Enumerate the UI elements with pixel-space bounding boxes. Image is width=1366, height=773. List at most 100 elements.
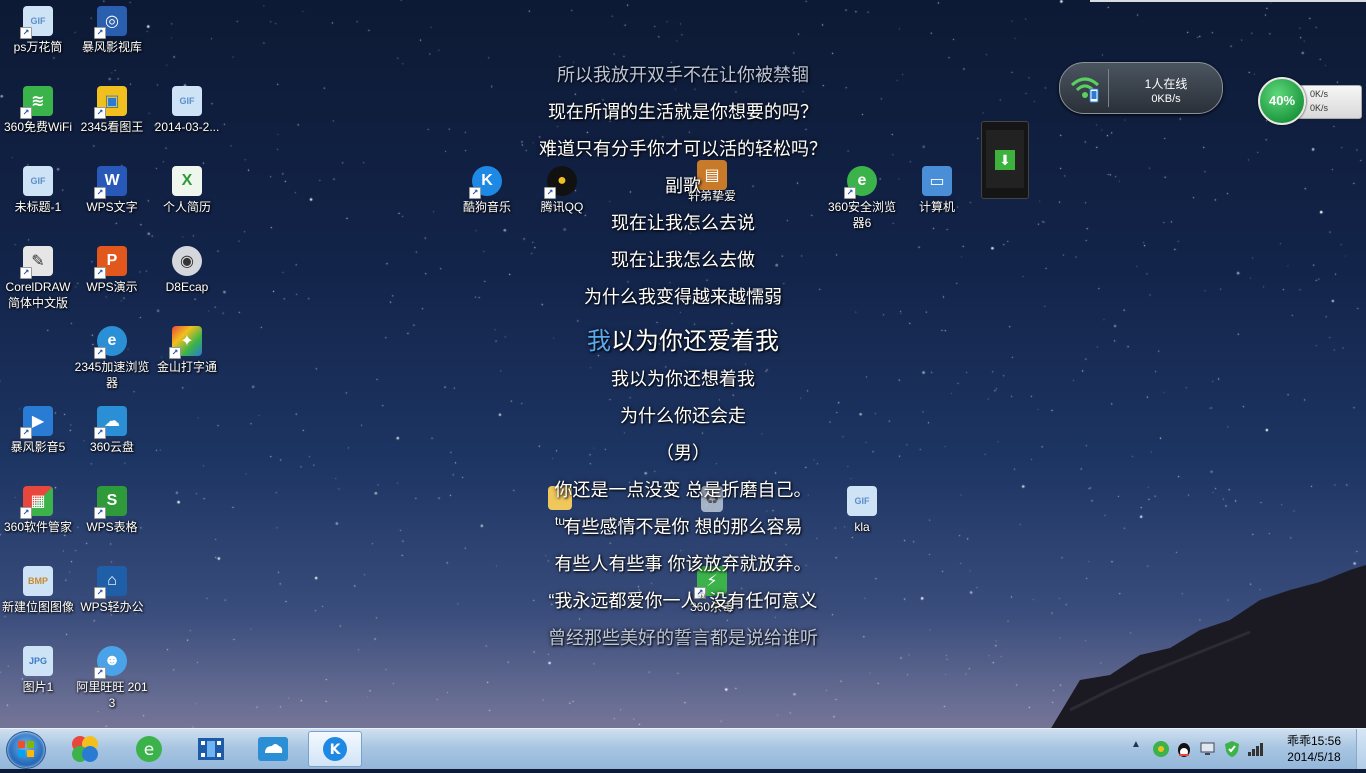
qq-tray-icon[interactable] — [1175, 739, 1193, 759]
network-tray-icon[interactable] — [1199, 739, 1217, 759]
download-icon: ⬇ — [995, 150, 1015, 170]
taskbar-video-player[interactable] — [184, 731, 238, 767]
show-desktop-button[interactable] — [1356, 729, 1366, 769]
lyric-line: 所以我放开双手不在让你被禁锢 — [557, 65, 809, 85]
lyric-line: 现在让我怎么去说 — [611, 213, 755, 233]
online-users-text: 1人在线 — [1144, 77, 1188, 91]
desktop-icon-typing[interactable]: ✦ 金山打字通 — [149, 326, 225, 375]
lyric-line: 我以为你还想着我 — [611, 369, 755, 389]
cloud-disk-icon: ☁ — [94, 406, 127, 439]
desktop-icon-2345-browser[interactable]: e 2345加速浏览器 — [74, 326, 150, 391]
gif-file-icon: GIF — [172, 86, 202, 116]
desktop-icon-coreldraw[interactable]: ✎ CorelDRAW 简体中文版 — [0, 246, 76, 311]
taskbar-clock[interactable]: 乖乖15:56 2014/5/18 — [1274, 733, 1354, 765]
wps-spreadsheet-icon: S — [94, 486, 127, 519]
video-player-icon — [198, 738, 224, 760]
cloud-disk-icon — [258, 737, 288, 761]
windows-start-icon[interactable] — [6, 731, 46, 769]
wps-writer-icon: W — [94, 166, 127, 199]
360-security-icon — [72, 736, 98, 762]
lyric-line: 有些感情不是你 想的那么容易 — [563, 517, 803, 537]
taskbar-360-browser[interactable]: e — [122, 731, 176, 767]
widget-divider — [1108, 69, 1109, 107]
lyric-unsung-part: 以为你还爱着我 — [611, 328, 779, 355]
jpg-file-icon: JPG — [23, 646, 53, 676]
gif-file-icon: GIF — [23, 166, 53, 196]
webcam-icon: ◉ — [172, 246, 202, 276]
desktop-icon-new-bitmap[interactable]: BMP 新建位图图像 — [0, 566, 76, 615]
lyric-sung-part: 我 — [587, 328, 611, 355]
lyric-line: 难道只有分手你才可以活的轻松吗？ — [539, 139, 827, 159]
windows-logo-icon — [18, 741, 34, 757]
lyric-line: 你还是一点没变 总是折磨自己。 — [554, 480, 812, 500]
360-browser-icon: e — [136, 736, 162, 762]
aliwangwang-icon: ☻ — [94, 646, 127, 679]
download-speed: 0K/s — [1310, 103, 1329, 113]
wps-office-icon: ⌂ — [94, 566, 127, 599]
desktop-icon-wps-presentation[interactable]: P WPS演示 — [74, 246, 150, 295]
speed-ball-widget[interactable]: ↑ ↓ 0K/s 0K/s 40% — [1258, 77, 1362, 125]
svg-text:K: K — [330, 742, 342, 758]
phone-download-gadget[interactable]: ⬇ — [981, 121, 1029, 199]
desktop-icon-wps-spreadsheet[interactable]: S WPS表格 — [74, 486, 150, 535]
wps-presentation-icon: P — [94, 246, 127, 279]
taskbar-360-security[interactable] — [58, 731, 112, 767]
gif-file-icon: GIF — [20, 6, 53, 39]
signal-strength-icon[interactable] — [1247, 739, 1265, 759]
shield-tray-icon[interactable] — [1223, 739, 1241, 759]
desktop-icon-ps-wanhuatong[interactable]: GIF ps万花筒 — [0, 6, 76, 55]
lyric-line: 现在让我怎么去做 — [611, 250, 755, 270]
desktop-icon-2014-03[interactable]: GIF 2014-03-2... — [149, 86, 225, 135]
lyric-line: （男） — [656, 443, 710, 463]
bmp-file-icon: BMP — [23, 566, 53, 596]
lyric-current-line: 我以为你还爱着我 — [483, 321, 883, 356]
desktop-icon-360-wifi[interactable]: ≋ 360免费WiFi — [0, 86, 76, 135]
360-tray-icon[interactable] — [1152, 739, 1170, 759]
svg-text:e: e — [144, 740, 154, 760]
desktop-icon-baofeng-player[interactable]: ▶ 暴风影音5 — [0, 406, 76, 455]
memory-usage-ball[interactable]: 40% — [1258, 77, 1306, 125]
baofeng-player-icon: ▶ — [20, 406, 53, 439]
computer-icon: ▭ — [922, 166, 952, 196]
desktop-icon-2345-viewer[interactable]: ▣ 2345看图王 — [74, 86, 150, 135]
baofeng-library-icon: ◎ — [94, 6, 127, 39]
top-window-edge — [1090, 0, 1366, 2]
desktop-icon-360-cloud[interactable]: ☁ 360云盘 — [74, 406, 150, 455]
desktop-icon-wps-light-office[interactable]: ⌂ WPS轻办公 — [74, 566, 150, 615]
lyric-line: 有些人有些事 你该放弃就放弃。 — [554, 554, 812, 574]
desktop-icon-untitled-1[interactable]: GIF 未标题-1 — [0, 166, 76, 215]
desktop-icon-resume[interactable]: X 个人简历 — [149, 166, 225, 215]
clock-date: 2014/5/18 — [1287, 750, 1341, 764]
clock-time: 乖乖15:56 — [1286, 734, 1342, 748]
desktop-icon-wps-writer[interactable]: W WPS文字 — [74, 166, 150, 215]
coreldraw-icon: ✎ — [20, 246, 53, 279]
network-widget[interactable]: 1人在线 0KB/s — [1059, 62, 1223, 114]
typing-icon: ✦ — [169, 326, 202, 359]
wifi-icon — [1070, 77, 1100, 103]
lyric-line: 为什么我变得越来越懦弱 — [584, 287, 782, 307]
lyric-line: “我永远都爱你一人” 没有任何意义 — [548, 591, 818, 611]
mountain-silhouette — [1050, 565, 1366, 730]
spreadsheet-file-icon: X — [172, 166, 202, 196]
image-viewer-icon: ▣ — [94, 86, 127, 119]
taskbar: e K ▲ 乖乖15:56 2014/5/18 — [0, 728, 1366, 769]
browser-icon: e — [94, 326, 127, 359]
desktop-icon-d8ecap[interactable]: ◉ D8Ecap — [149, 246, 225, 295]
upload-speed: 0K/s — [1310, 89, 1329, 99]
lyric-section-label: 副歌 — [665, 176, 701, 196]
wifi-icon: ≋ — [20, 86, 53, 119]
lyric-line: 曾经那些美好的誓言都是说给谁听 — [548, 628, 818, 648]
lyric-line: 为什么你还会走 — [620, 406, 746, 426]
show-hidden-icons-icon[interactable]: ▲ — [1131, 739, 1141, 759]
desktop-icon-baofeng-library[interactable]: ◎ 暴风影视库 — [74, 6, 150, 55]
software-manager-icon: ▦ — [20, 486, 53, 519]
desktop-icon-computer[interactable]: ▭ 计算机 — [899, 166, 975, 215]
network-speed-text: 0KB/s — [1151, 93, 1181, 105]
desktop-icon-picture-1[interactable]: JPG 图片1 — [0, 646, 76, 695]
kugou-icon: K — [323, 737, 347, 761]
taskbar-cloud-disk[interactable] — [246, 731, 300, 767]
desktop-icon-aliwangwang[interactable]: ☻ 阿里旺旺 2013 — [74, 646, 150, 711]
desktop-icon-360-software-manager[interactable]: ▦ 360软件管家 — [0, 486, 76, 535]
lyric-line: 现在所谓的生活就是你想要的吗？ — [548, 102, 818, 122]
taskbar-kugou-active[interactable]: K — [308, 731, 362, 767]
